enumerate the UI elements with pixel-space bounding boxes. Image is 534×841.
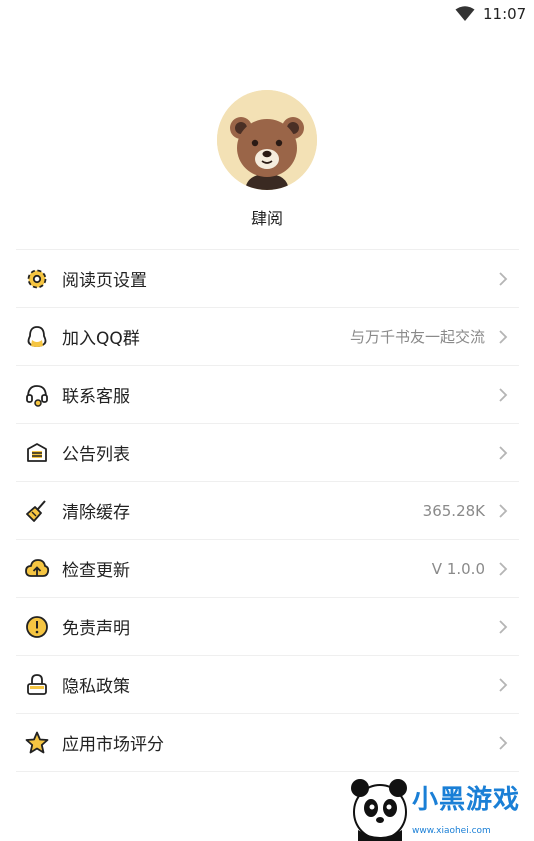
menu-item-privacy-policy[interactable]: 隐私政策 [16, 656, 519, 714]
exclamation-icon [24, 614, 50, 640]
menu-label: 公告列表 [62, 445, 130, 465]
menu-value: 365.28K [422, 501, 485, 520]
star-icon [24, 730, 50, 756]
menu-item-join-qq-group[interactable]: 加入QQ群 与万千书友一起交流 [16, 308, 519, 366]
menu-item-check-update[interactable]: 检查更新 V 1.0.0 [16, 540, 519, 598]
headset-icon [24, 382, 50, 408]
menu-item-announcements[interactable]: 公告列表 [16, 424, 519, 482]
menu-label: 检查更新 [62, 561, 130, 581]
watermark-url: www.xiaohei.com [412, 826, 491, 836]
watermark-text: 小黑游戏 [412, 785, 521, 815]
menu-label: 隐私政策 [62, 677, 130, 697]
chevron-right-icon [497, 387, 509, 403]
chevron-right-icon [497, 561, 509, 577]
menu-item-reading-settings[interactable]: 阅读页设置 [16, 250, 519, 308]
gear-icon [24, 266, 50, 292]
wifi-icon [455, 6, 475, 22]
announcement-icon [24, 440, 50, 466]
menu-label: 免责声明 [62, 619, 130, 639]
menu-label: 加入QQ群 [62, 329, 140, 349]
chevron-right-icon [497, 619, 509, 635]
chevron-right-icon [497, 735, 509, 751]
cloud-upload-icon [24, 556, 50, 582]
chevron-right-icon [497, 329, 509, 345]
menu-item-disclaimer[interactable]: 免责声明 [16, 598, 519, 656]
status-bar: 11:07 [0, 0, 534, 30]
avatar[interactable] [217, 90, 317, 190]
username: 肆阅 [250, 209, 283, 228]
menu-label: 应用市场评分 [62, 735, 164, 755]
menu-item-contact-support[interactable]: 联系客服 [16, 366, 519, 424]
menu-item-rate-app[interactable]: 应用市场评分 [16, 714, 519, 772]
menu-item-clear-cache[interactable]: 清除缓存 365.28K [16, 482, 519, 540]
settings-menu: 阅读页设置 加入QQ群 与万千书友一起交流 联系客服 公告列表 清除缓存 365… [16, 249, 519, 772]
status-time: 11:07 [483, 5, 527, 23]
menu-value: 与万千书友一起交流 [349, 328, 485, 346]
qq-icon [24, 324, 50, 350]
chevron-right-icon [497, 271, 509, 287]
chevron-right-icon [497, 677, 509, 693]
lock-icon [24, 672, 50, 698]
menu-value: V 1.0.0 [431, 559, 485, 578]
bear-avatar-icon [217, 90, 317, 190]
menu-label: 阅读页设置 [62, 271, 147, 291]
chevron-right-icon [497, 445, 509, 461]
menu-label: 清除缓存 [62, 503, 130, 523]
menu-label: 联系客服 [62, 387, 130, 407]
chevron-right-icon [497, 503, 509, 519]
broom-icon [24, 498, 50, 524]
